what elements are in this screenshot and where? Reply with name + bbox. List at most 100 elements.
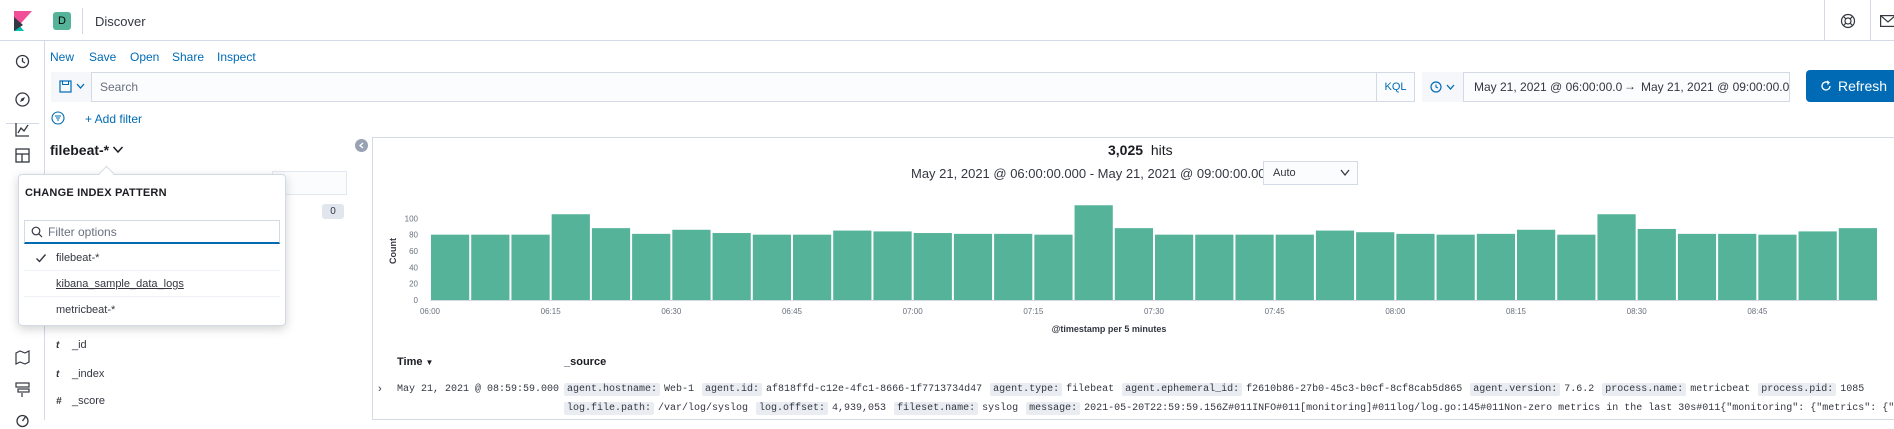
header-divider (1870, 0, 1871, 41)
field-item[interactable]: t _index (56, 368, 104, 380)
chevron-down-icon[interactable] (112, 145, 124, 155)
kibana-logo-icon[interactable] (14, 11, 32, 31)
page-title: Discover (95, 14, 146, 29)
new-button[interactable]: New (50, 50, 74, 64)
histogram-bar (591, 228, 631, 300)
inspect-button[interactable]: Inspect (217, 50, 256, 64)
field-name: _index (72, 368, 105, 380)
histogram-bar (632, 233, 671, 300)
histogram-bar (672, 229, 711, 300)
arrow-right-icon: → (1624, 79, 1636, 93)
index-pattern-option[interactable]: kibana_sample_data_logs (24, 271, 280, 297)
x-tick-label: 06:00 (420, 307, 441, 316)
histogram-bar (1034, 234, 1073, 300)
search-input[interactable] (100, 78, 1370, 96)
mail-icon[interactable] (1880, 15, 1894, 27)
x-tick-label: 08:45 (1747, 307, 1768, 316)
refresh-label: Refresh (1838, 78, 1888, 94)
index-pattern-option[interactable]: metricbeat-* (24, 297, 280, 323)
histogram-bar (471, 234, 510, 300)
histogram-bar (1396, 233, 1435, 300)
collapse-sidebar-button[interactable] (355, 139, 368, 152)
hits-label: hits (1150, 142, 1173, 158)
histogram-bar (1798, 231, 1837, 300)
histogram-bar (1114, 228, 1153, 300)
histogram-bar (793, 234, 832, 300)
histogram-bar (994, 233, 1033, 300)
index-pattern-selector[interactable]: filebeat-* (50, 142, 109, 158)
visualize-chart-icon[interactable] (14, 121, 31, 138)
help-icon[interactable] (1840, 13, 1856, 29)
histogram-bar (1517, 229, 1556, 300)
saved-query-button[interactable] (51, 72, 92, 102)
query-language-button[interactable]: KQL (1377, 72, 1415, 102)
x-tick-label: 07:30 (1144, 307, 1165, 316)
option-label: kibana_sample_data_logs (56, 278, 184, 290)
ml-icon[interactable] (14, 381, 31, 398)
option-label: metricbeat-* (56, 304, 116, 316)
apm-icon[interactable] (14, 412, 31, 429)
y-axis-label: Count (388, 238, 398, 264)
histogram-bar (1436, 234, 1475, 300)
add-filter-button[interactable]: + Add filter (85, 112, 142, 126)
discover-compass-icon[interactable] (14, 91, 31, 108)
source-field-key: agent.id: (702, 383, 763, 396)
column-label: Time (397, 356, 423, 368)
column-header-time[interactable]: Time ▼ (397, 356, 433, 368)
source-field-key: agent.ephemeral_id: (1122, 383, 1243, 396)
popover-title: CHANGE INDEX PATTERN (25, 187, 167, 199)
histogram-bar (1637, 228, 1676, 300)
maps-icon[interactable] (14, 349, 31, 366)
title-divider (82, 8, 83, 34)
x-tick-label: 07:45 (1265, 307, 1286, 316)
y-tick-label: 80 (409, 231, 418, 240)
option-label: filebeat-* (56, 252, 100, 264)
source-field-value: metricbeat (1690, 384, 1751, 395)
header-divider (1824, 0, 1825, 41)
share-button[interactable]: Share (172, 50, 204, 64)
histogram-bar (1476, 233, 1515, 300)
histogram-bar (1677, 233, 1717, 300)
start-date-button[interactable]: May 21, 2021 @ 06:00:00.0 (1474, 80, 1622, 94)
field-item[interactable]: t _id (56, 339, 87, 351)
y-tick-label: 0 (414, 296, 419, 305)
index-pattern-option[interactable]: filebeat-* (24, 245, 280, 271)
filter-options-input[interactable] (48, 224, 273, 240)
histogram-bar (431, 234, 470, 300)
row-timestamp: May 21, 2021 @ 08:59:59.000 (397, 384, 560, 395)
top-header: D Discover (0, 0, 1894, 41)
histogram-bar (1758, 234, 1797, 300)
source-field-value: filebeat (1066, 384, 1115, 395)
quick-select-button[interactable] (1422, 72, 1464, 102)
interval-value: Auto (1273, 167, 1296, 179)
dashboard-icon[interactable] (14, 147, 31, 164)
save-button[interactable]: Save (89, 50, 116, 64)
filter-options-icon[interactable] (51, 111, 65, 125)
refresh-icon (1821, 80, 1831, 91)
y-tick-label: 100 (405, 214, 419, 223)
sort-down-icon[interactable]: ▼ (426, 358, 434, 367)
filter-count-badge[interactable]: 0 (322, 204, 344, 219)
time-range-label: May 21, 2021 @ 06:00:00.000 - May 21, 20… (911, 166, 1290, 181)
histogram-bar (1195, 234, 1234, 300)
source-field-key: agent.hostname: (564, 383, 661, 396)
x-tick-label: 06:30 (661, 307, 682, 316)
source-field-value: af818ffd-c12e-4fc1-8666-1f7713734d47 (766, 384, 983, 395)
source-field-key: log.file.path: (564, 402, 655, 415)
histogram-bar (1315, 230, 1355, 300)
chevron-down-icon (76, 83, 85, 89)
field-item[interactable]: # _score (56, 395, 105, 407)
histogram-bar (953, 233, 993, 300)
y-tick-label: 40 (409, 263, 418, 272)
expand-row-toggle[interactable]: › (378, 383, 382, 395)
end-date-button[interactable]: May 21, 2021 @ 09:00:00.0 (1641, 80, 1789, 94)
number-type-icon: # (56, 396, 62, 407)
histogram-bar (1275, 234, 1314, 300)
histogram-bar (1597, 214, 1636, 300)
space-avatar[interactable]: D (53, 12, 71, 30)
source-field-value: Web-1 (664, 384, 695, 395)
hits-summary: 3,025 hits (1108, 142, 1173, 158)
open-button[interactable]: Open (130, 50, 159, 64)
chevron-down-icon (1446, 84, 1455, 90)
recent-clock-icon[interactable] (14, 53, 31, 70)
